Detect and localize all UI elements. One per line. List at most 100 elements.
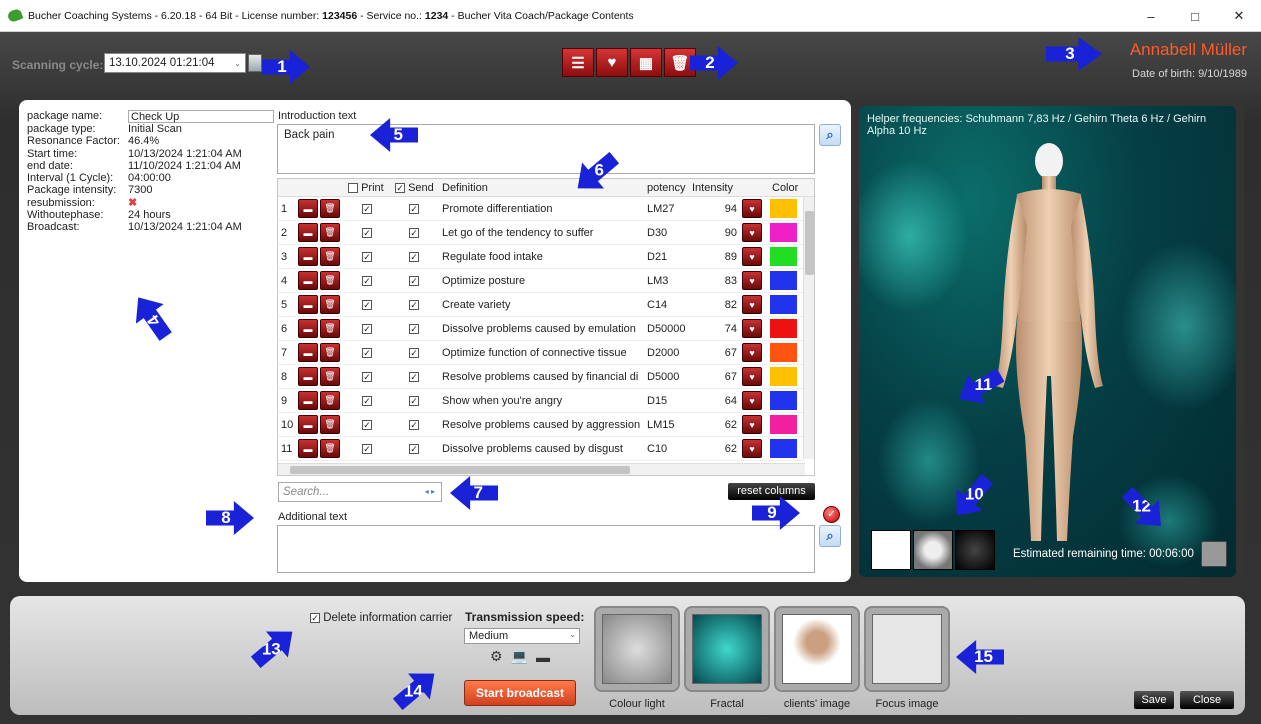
row-heart-icon[interactable]: ♥ — [742, 223, 762, 242]
transmission-speed-select[interactable]: Medium ⌄ — [464, 628, 580, 644]
human-body-model[interactable] — [969, 136, 1129, 556]
row-heart-icon[interactable]: ♥ — [742, 367, 762, 386]
row-edit-icon[interactable]: ▬ — [298, 367, 318, 386]
color-swatch[interactable] — [770, 247, 797, 266]
grid-icon[interactable]: ▦ — [630, 48, 662, 77]
start-broadcast-button[interactable]: Start broadcast — [464, 680, 576, 706]
row-edit-icon[interactable]: ▬ — [298, 319, 318, 338]
row-edit-icon[interactable]: ▬ — [298, 415, 318, 434]
send-checkbox[interactable]: ✓ — [409, 443, 419, 455]
table-row[interactable]: 11 ▬ 🗑 ✓ ✓ Dissolve problems caused by disgus… — [278, 437, 805, 461]
row-heart-icon[interactable]: ♥ — [742, 391, 762, 410]
intensity-header[interactable]: Intensity — [692, 182, 733, 194]
send-all-checkbox[interactable]: ✓ — [395, 183, 405, 194]
row-heart-icon[interactable]: ♥ — [742, 199, 762, 218]
row-heart-icon[interactable]: ♥ — [742, 415, 762, 434]
horizontal-scrollbar[interactable] — [278, 463, 805, 475]
clients-image-tile[interactable] — [774, 606, 860, 692]
print-all-checkbox[interactable] — [348, 183, 358, 194]
scanning-cycle-select[interactable]: 13.10.2024 01:21:04 ⌄ — [104, 53, 246, 73]
send-checkbox[interactable]: ✓ — [409, 395, 419, 407]
report-add-icon[interactable]: ☰ — [562, 48, 594, 77]
send-checkbox[interactable]: ✓ — [409, 347, 419, 359]
vertical-scrollbar[interactable] — [803, 197, 814, 459]
print-checkbox[interactable]: ✓ — [362, 371, 372, 383]
row-delete-icon[interactable]: 🗑 — [320, 391, 340, 410]
row-delete-icon[interactable]: 🗑 — [320, 415, 340, 434]
send-checkbox[interactable]: ✓ — [409, 323, 419, 335]
color-swatch[interactable] — [770, 391, 797, 410]
shadow-sphere-icon[interactable] — [955, 530, 995, 570]
send-checkbox[interactable]: ✓ — [409, 227, 419, 239]
delete-carrier-checkbox[interactable]: ✓ — [310, 612, 320, 623]
table-row[interactable]: 3 ▬ 🗑 ✓ ✓ Regulate food intake D21 89 ♥ — [278, 245, 805, 269]
row-delete-icon[interactable]: 🗑 — [320, 439, 340, 458]
color-swatch[interactable] — [770, 199, 797, 218]
focus-image-tile[interactable] — [864, 606, 950, 692]
maximize-button[interactable]: □ — [1173, 0, 1217, 32]
row-heart-icon[interactable]: ♥ — [742, 295, 762, 314]
delete-carrier-option[interactable]: ✓ Delete information carrier — [310, 612, 452, 624]
potency-header[interactable]: potency — [647, 182, 686, 194]
send-checkbox[interactable]: ✓ — [409, 371, 419, 383]
scroll-thumb[interactable] — [805, 211, 814, 275]
row-edit-icon[interactable]: ▬ — [298, 391, 318, 410]
search-icon[interactable]: ⌕ — [819, 124, 841, 146]
send-checkbox[interactable]: ✓ — [409, 275, 419, 287]
color-swatch[interactable] — [770, 271, 797, 290]
fractal-tile[interactable] — [684, 606, 770, 692]
client-avatar-icon[interactable] — [1201, 541, 1227, 567]
send-header[interactable]: ✓ Send — [395, 182, 434, 194]
additional-text-field[interactable] — [277, 525, 815, 573]
table-row[interactable]: 7 ▬ 🗑 ✓ ✓ Optimize function of connective tis… — [278, 341, 805, 365]
table-row[interactable]: 8 ▬ 🗑 ✓ ✓ Resolve problems caused by financia… — [278, 365, 805, 389]
row-delete-icon[interactable]: 🗑 — [320, 199, 340, 218]
print-checkbox[interactable]: ✓ — [362, 419, 372, 431]
introduction-text-field[interactable]: Back pain — [277, 124, 815, 174]
print-checkbox[interactable]: ✓ — [362, 443, 372, 455]
row-delete-icon[interactable]: 🗑 — [320, 271, 340, 290]
minimize-button[interactable]: – — [1129, 0, 1173, 32]
table-row[interactable]: 6 ▬ 🗑 ✓ ✓ Dissolve problems caused by emulati… — [278, 317, 805, 341]
color-swatch[interactable] — [770, 439, 797, 458]
close-window-button[interactable]: ✕ — [1217, 0, 1261, 32]
print-checkbox[interactable]: ✓ — [362, 203, 372, 215]
row-delete-icon[interactable]: 🗑 — [320, 343, 340, 362]
row-delete-icon[interactable]: 🗑 — [320, 295, 340, 314]
table-row[interactable]: 1 ▬ 🗑 ✓ ✓ Promote differentiation LM27 94 ♥ — [278, 197, 805, 221]
gear-icon[interactable]: ⚙ — [490, 648, 503, 665]
row-delete-icon[interactable]: 🗑 — [320, 223, 340, 242]
package-name-field[interactable]: Check Up — [128, 110, 274, 123]
reset-columns-button[interactable]: reset columns — [728, 483, 815, 500]
row-heart-icon[interactable]: ♥ — [742, 271, 762, 290]
send-checkbox[interactable]: ✓ — [409, 251, 419, 263]
row-edit-icon[interactable]: ▬ — [298, 247, 318, 266]
save-button[interactable]: Save — [1134, 691, 1174, 709]
chip-icon[interactable]: ▬ — [536, 649, 550, 665]
search-input[interactable]: Search... ◂ ▸ — [278, 482, 442, 502]
send-checkbox[interactable]: ✓ — [409, 203, 419, 215]
table-row[interactable]: 10 ▬ 🗑 ✓ ✓ Resolve problems caused by aggress… — [278, 413, 805, 437]
row-heart-icon[interactable]: ♥ — [742, 247, 762, 266]
print-checkbox[interactable]: ✓ — [362, 323, 372, 335]
search-nav-arrows-icon[interactable]: ◂ ▸ — [425, 487, 435, 496]
color-swatch[interactable] — [770, 343, 797, 362]
laptop-icon[interactable]: 💻 — [511, 648, 528, 665]
table-row[interactable]: 2 ▬ 🗑 ✓ ✓ Let go of the tendency to suffer D30… — [278, 221, 805, 245]
table-row[interactable]: 5 ▬ 🗑 ✓ ✓ Create variety C14 82 ♥ — [278, 293, 805, 317]
colour-light-tile[interactable] — [594, 606, 680, 692]
row-edit-icon[interactable]: ▬ — [298, 439, 318, 458]
print-checkbox[interactable]: ✓ — [362, 347, 372, 359]
table-row[interactable]: 9 ▬ 🗑 ✓ ✓ Show when you're angry D15 64 ♥ — [278, 389, 805, 413]
close-button[interactable]: Close — [1180, 691, 1234, 709]
row-heart-icon[interactable]: ♥ — [742, 319, 762, 338]
color-swatch[interactable] — [770, 367, 797, 386]
scroll-thumb[interactable] — [290, 466, 630, 474]
row-edit-icon[interactable]: ▬ — [298, 271, 318, 290]
send-checkbox[interactable]: ✓ — [409, 299, 419, 311]
print-checkbox[interactable]: ✓ — [362, 251, 372, 263]
row-heart-icon[interactable]: ♥ — [742, 439, 762, 458]
print-checkbox[interactable]: ✓ — [362, 395, 372, 407]
row-delete-icon[interactable]: 🗑 — [320, 367, 340, 386]
row-heart-icon[interactable]: ♥ — [742, 343, 762, 362]
